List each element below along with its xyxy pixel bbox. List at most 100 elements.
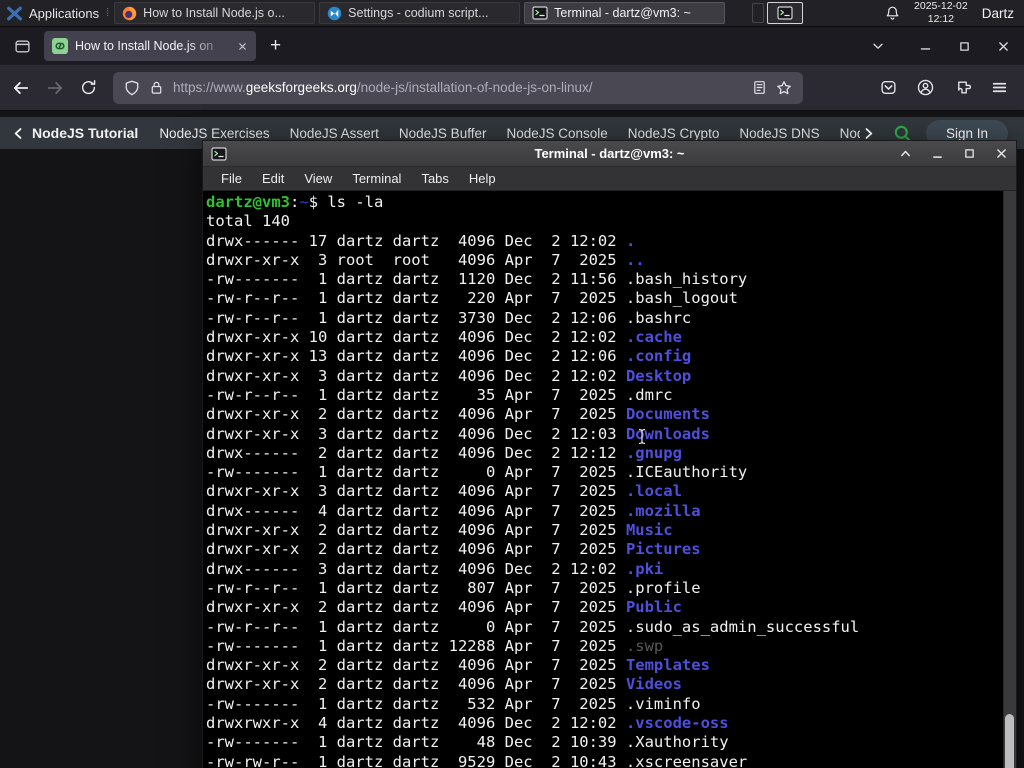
pocket-save-icon[interactable] [880,79,897,96]
browser-tab[interactable]: How to Install Node.js on [44,31,256,61]
gfg-nav-links: NodeJS Exercises NodeJS Assert NodeJS Buff… [149,126,860,141]
terminal-text-segment: drwxr-xr-x 2 dartz dartz 4096 Apr 7 2025 [206,675,626,694]
terminal-text-segment: drwx------ 17 dartz dartz 4096 Dec 2 12:… [206,231,626,250]
terminal-titlebar[interactable]: Terminal - dartz@vm3: ~ [203,141,1016,167]
terminal-text-segment: .local [625,482,682,501]
app-menu-icon[interactable] [991,79,1008,96]
terminal-text-segment: . [625,231,636,250]
account-icon[interactable] [917,79,934,96]
gfg-nav-link[interactable]: Node [840,126,860,141]
terminal-line: drwxr-xr-x 2 dartz dartz 4096 Apr 7 2025… [206,405,1000,424]
gfg-nav-link[interactable]: NodeJS Crypto [628,126,720,141]
terminal-menu-tabs[interactable]: Tabs [411,169,458,188]
terminal-text-segment: drwxr-xr-x 2 dartz dartz 4096 Apr 7 2025 [206,540,626,559]
applications-menu-button[interactable]: Applications [0,0,106,26]
workspace-cell-empty[interactable] [752,3,765,23]
terminal-text-segment: .swp [625,636,664,655]
terminal-text-segment: .cache [625,328,682,347]
workspace-pager[interactable] [752,2,804,24]
codium-icon [327,6,342,21]
taskbar-button[interactable]: Terminal - dartz@vm3: ~ [524,2,726,24]
terminal-text-segment: drwxr-xr-x 2 dartz dartz 4096 Apr 7 2025 [206,656,626,675]
terminal-line: -rw-r--r-- 1 dartz dartz 220 Apr 7 2025 … [206,289,1000,308]
terminal-text-segment: .pki [625,559,664,578]
terminal-line: dartz@vm3:~$ ls -la [206,193,1000,212]
gfg-nav-link[interactable]: NodeJS Exercises [159,126,269,141]
firefox-nav-toolbar: https://www.geeksforgeeks.org/node-js/in… [0,65,1024,111]
panel-right-cluster: 2025-12-02 12:12 Dartz [752,0,1024,26]
terminal-text-segment: Templates [625,656,710,675]
firefox-view-button[interactable] [8,32,36,60]
terminal-text-segment: -rw-r--r-- 1 dartz dartz 0 Apr 7 2025 .s… [206,617,860,636]
tracking-shield-icon[interactable] [124,80,140,96]
extensions-icon[interactable] [954,79,971,96]
url-text: https://www.geeksforgeeks.org/node-js/in… [173,80,593,95]
terminal-menu-file[interactable]: File [211,169,252,188]
gfg-nav-link[interactable]: NodeJS Assert [290,126,379,141]
list-all-tabs-button[interactable] [871,39,885,53]
terminal-line: -rw-r--r-- 1 dartz dartz 3730 Dec 2 12:0… [206,309,1000,328]
new-tab-button[interactable]: + [264,35,287,57]
terminal-text-segment: total 140 [206,212,290,231]
workspace-cell-active[interactable] [767,2,804,24]
terminal-line: drwxr-xr-x 3 dartz dartz 4096 Dec 2 12:0… [206,367,1000,386]
nav-scroll-left-icon[interactable] [12,126,25,141]
text-cursor-pointer [637,428,647,445]
taskbar-button[interactable]: Settings - codium script... [319,2,521,24]
terminal-minimize-button[interactable] [931,147,944,160]
back-button[interactable] [12,79,30,97]
window-maximize-button[interactable] [958,40,971,53]
bookmark-star-icon[interactable] [776,80,792,96]
terminal-text-segment: drwx------ 3 dartz dartz 4096 Dec 2 12:0… [206,559,626,578]
terminal-line: drwxr-xr-x 3 root root 4096 Apr 7 2025 .… [206,251,1000,270]
terminal-shade-button[interactable] [899,147,912,160]
terminal-text-segment: -rw-r--r-- 1 dartz dartz 35 Apr 7 2025 .… [206,385,673,404]
window-close-button[interactable] [997,40,1010,53]
url-bar[interactable]: https://www.geeksforgeeks.org/node-js/in… [113,71,803,104]
terminal-icon [777,6,793,20]
https-lock-icon[interactable] [149,80,164,95]
taskbar-button-label: Terminal - dartz@vm3: ~ [554,6,691,20]
forward-button[interactable] [46,79,64,97]
scrollbar-thumb[interactable] [1005,714,1014,768]
terminal-scrollbar[interactable] [1003,191,1016,768]
terminal-text-segment: drwxr-xr-x 13 dartz dartz 4096 Dec 2 12:… [206,347,626,366]
gfg-nav-link[interactable]: NodeJS Console [506,126,607,141]
nav-current-item[interactable]: NodeJS Tutorial [32,125,138,141]
gfg-nav-link[interactable]: NodeJS Buffer [399,126,487,141]
terminal-text-segment: Documents [625,405,710,424]
reader-view-icon[interactable] [752,80,767,95]
taskbar-button[interactable]: How to Install Node.js o... [114,2,316,24]
terminal-menu-edit[interactable]: Edit [252,169,294,188]
terminal-text-segment: drwxr-xr-x 3 dartz dartz 4096 Dec 2 12:0… [206,366,626,385]
terminal-text-segment: drwxr-xr-x 2 dartz dartz 4096 Apr 7 2025 [206,521,626,540]
terminal-maximize-button[interactable] [963,147,976,160]
window-minimize-button[interactable] [919,40,932,53]
terminal-text-segment: -rw-r--r-- 1 dartz dartz 3730 Dec 2 12:0… [206,308,692,327]
terminal-text-segment: drwxr-xr-x 3 root root 4096 Apr 7 2025 [206,250,626,269]
terminal-output[interactable]: dartz@vm3:~$ ls -la total 140 drwx------ 1… [203,191,1016,768]
terminal-text-segment: -rw-r--r-- 1 dartz dartz 807 Apr 7 2025 … [206,578,701,597]
terminal-text-segment: Public [625,598,682,617]
terminal-line: -rw------- 1 dartz dartz 0 Apr 7 2025 .I… [206,463,1000,482]
terminal-text-segment: drwxr-xr-x 2 dartz dartz 4096 Apr 7 2025 [206,405,626,424]
terminal-line: drwx------ 17 dartz dartz 4096 Dec 2 12:… [206,232,1000,251]
gfg-nav-link[interactable]: NodeJS DNS [739,126,819,141]
terminal-menu-view[interactable]: View [294,169,342,188]
terminal-menu-terminal[interactable]: Terminal [342,169,411,188]
terminal-text-segment: -rw-r--r-- 1 dartz dartz 220 Apr 7 2025 … [206,289,738,308]
terminal-text-segment: drwxrwxr-x 4 dartz dartz 4096 Dec 2 12:0… [206,714,626,733]
terminal-close-button[interactable] [995,147,1008,160]
reload-button[interactable] [80,79,97,96]
notification-bell-icon[interactable] [885,5,900,21]
terminal-text-segment: -rw------- 1 dartz dartz 532 Apr 7 2025 … [206,694,701,713]
user-menu[interactable]: Dartz [982,6,1014,21]
applications-logo-icon [6,5,23,22]
terminal-line: drwxr-xr-x 2 dartz dartz 4096 Apr 7 2025… [206,540,1000,559]
nav-scroll-right-icon[interactable] [862,126,875,141]
terminal-menu-help[interactable]: Help [459,169,506,188]
terminal-line: -rw-r--r-- 1 dartz dartz 0 Apr 7 2025 .s… [206,618,1000,637]
terminal-line: -rw------- 1 dartz dartz 48 Dec 2 10:39 … [206,733,1000,752]
tab-close-icon[interactable] [237,41,248,52]
panel-clock[interactable]: 2025-12-02 12:12 [914,0,968,25]
